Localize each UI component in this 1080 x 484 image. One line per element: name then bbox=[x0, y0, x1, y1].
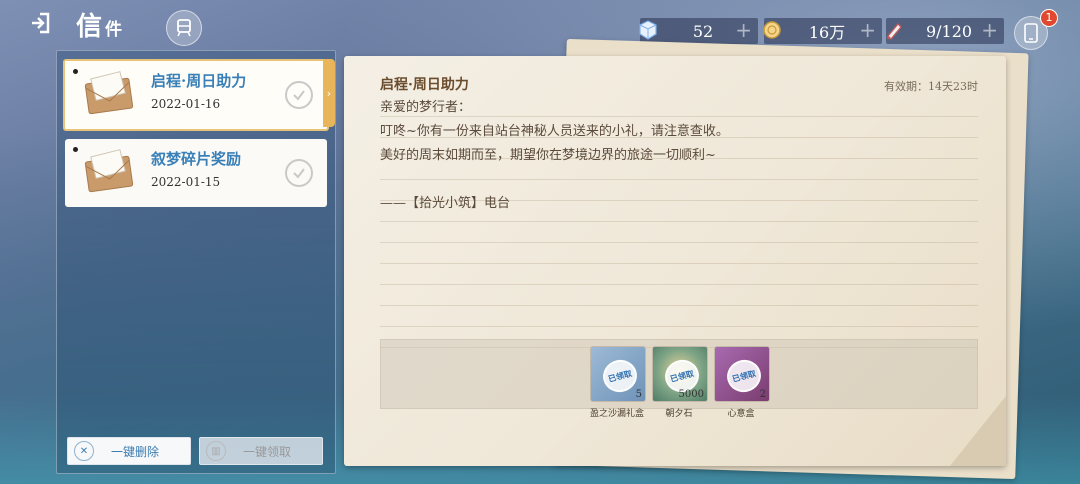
stamina-value: 9/120 bbox=[925, 21, 973, 41]
unread-dot bbox=[73, 147, 78, 152]
gold-coin-icon bbox=[758, 16, 786, 44]
claimed-stamp: 已领取 bbox=[599, 356, 641, 396]
attachment-qty: 2 bbox=[759, 389, 766, 400]
notification-badge: 1 bbox=[1040, 9, 1058, 27]
unread-dot bbox=[73, 69, 78, 74]
gems-value: 52 bbox=[692, 21, 714, 41]
mail-date: 2022-01-16 bbox=[151, 97, 221, 111]
attachment-item[interactable]: 已领取 2 bbox=[714, 346, 770, 402]
inbox-icon: ▥ bbox=[206, 441, 226, 461]
mail-item[interactable]: 叙梦碎片奖励 2022-01-15 bbox=[65, 139, 327, 207]
close-icon: ✕ bbox=[74, 441, 94, 461]
read-check-icon bbox=[285, 81, 313, 109]
resource-gems: 52 + bbox=[639, 18, 758, 44]
envelope-icon bbox=[84, 71, 134, 115]
letter-line: 叮咚~你有一份来自站台神秘人员送来的小礼，请注意查收。 bbox=[380, 124, 729, 139]
letter-signature: ——【拾光小筑】电台 bbox=[380, 196, 511, 211]
page-title-main: 信 bbox=[76, 12, 104, 42]
resource-stamina: 9/120 + bbox=[886, 18, 1004, 44]
attachment-qty: 5000 bbox=[678, 389, 704, 400]
letter-line: 美好的周末如期而至，期望你在梦境边界的旅途一切顺利~ bbox=[380, 148, 716, 163]
letter-line: 亲爱的梦行者： bbox=[380, 100, 472, 115]
mail-list-panel: 启程·周日助力 2022-01-16 › 叙梦碎片奖励 2022-01-15 ✕… bbox=[56, 50, 336, 474]
attachment-name: 心意盒 bbox=[727, 409, 755, 419]
claimed-stamp: 已领取 bbox=[723, 356, 765, 396]
pencil-stamina-icon bbox=[880, 16, 908, 44]
resource-coins: 16万 + bbox=[763, 18, 882, 44]
letter-sheet: 启程·周日助力 有效期：14天23时 亲爱的梦行者： 叮咚~你有一份来自站台神秘… bbox=[344, 56, 1006, 466]
train-button[interactable] bbox=[166, 10, 202, 46]
phone-icon bbox=[1024, 23, 1038, 43]
delete-all-button[interactable]: ✕ 一键删除 bbox=[67, 437, 191, 465]
add-coins-button[interactable]: + bbox=[859, 18, 876, 42]
claim-all-label: 一键领取 bbox=[242, 444, 291, 459]
attachment-item[interactable]: 已领取 5 bbox=[590, 346, 646, 402]
mail-item-active[interactable]: 启程·周日助力 2022-01-16 bbox=[63, 59, 329, 131]
claim-all-button[interactable]: ▥ 一键领取 bbox=[199, 437, 323, 465]
coins-value: 16万 bbox=[808, 23, 846, 42]
page-title: 信件 bbox=[76, 6, 123, 43]
page-title-sub: 件 bbox=[105, 20, 124, 40]
page-curl bbox=[950, 396, 1006, 466]
add-gems-button[interactable]: + bbox=[735, 18, 752, 42]
train-icon bbox=[177, 19, 191, 37]
mail-subject: 叙梦碎片奖励 bbox=[151, 150, 242, 168]
letter-body: 亲爱的梦行者： 叮咚~你有一份来自站台神秘人员送来的小礼，请注意查收。 美好的周… bbox=[380, 96, 980, 216]
delete-all-label: 一键删除 bbox=[110, 444, 159, 459]
letter-validity: 有效期：14天23时 bbox=[884, 80, 978, 93]
read-check-icon bbox=[285, 159, 313, 187]
attachment-qty: 5 bbox=[635, 389, 642, 400]
active-tab-arrow: › bbox=[323, 59, 335, 127]
exit-icon bbox=[32, 12, 50, 34]
attachment-item[interactable]: 已领取 5000 bbox=[652, 346, 708, 402]
back-button[interactable] bbox=[28, 10, 54, 36]
add-stamina-button[interactable]: + bbox=[981, 18, 998, 42]
top-bar: 信件 52 + 16万 + 9/120 + 1 bbox=[0, 0, 1080, 50]
letter-title: 启程·周日助力 bbox=[380, 77, 469, 93]
envelope-icon bbox=[84, 149, 134, 193]
gem-cube-icon bbox=[634, 16, 662, 44]
mail-subject: 启程·周日助力 bbox=[151, 72, 247, 90]
mail-date: 2022-01-15 bbox=[151, 175, 221, 189]
